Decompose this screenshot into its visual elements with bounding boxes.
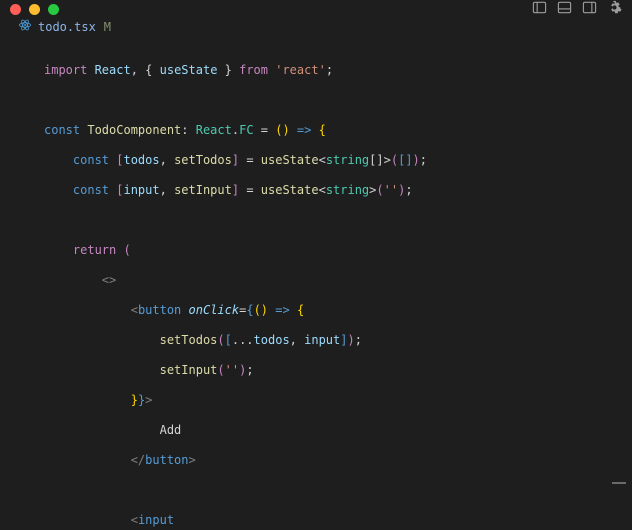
tab-filename: todo.tsx bbox=[38, 20, 96, 34]
react-file-icon bbox=[18, 18, 32, 35]
window-controls bbox=[10, 4, 59, 15]
close-window-button[interactable] bbox=[10, 4, 21, 15]
settings-gear-icon[interactable] bbox=[607, 0, 622, 18]
tab-modified-indicator: M bbox=[104, 20, 111, 34]
code-editor[interactable]: import React, { useState } from 'react';… bbox=[0, 36, 632, 530]
panel-left-icon[interactable] bbox=[532, 0, 547, 18]
titlebar-actions bbox=[532, 0, 622, 18]
minimap-indicator[interactable] bbox=[612, 482, 626, 484]
minimize-window-button[interactable] bbox=[29, 4, 40, 15]
titlebar bbox=[0, 0, 632, 18]
maximize-window-button[interactable] bbox=[48, 4, 59, 15]
editor-window: todo.tsx M import React, { useState } fr… bbox=[0, 0, 632, 530]
editor-area: import React, { useState } from 'react';… bbox=[0, 36, 632, 530]
panel-bottom-icon[interactable] bbox=[557, 0, 572, 18]
tab-bar: todo.tsx M bbox=[0, 18, 632, 36]
tab-todo-tsx[interactable]: todo.tsx M bbox=[6, 18, 123, 36]
panel-right-icon[interactable] bbox=[582, 0, 597, 18]
